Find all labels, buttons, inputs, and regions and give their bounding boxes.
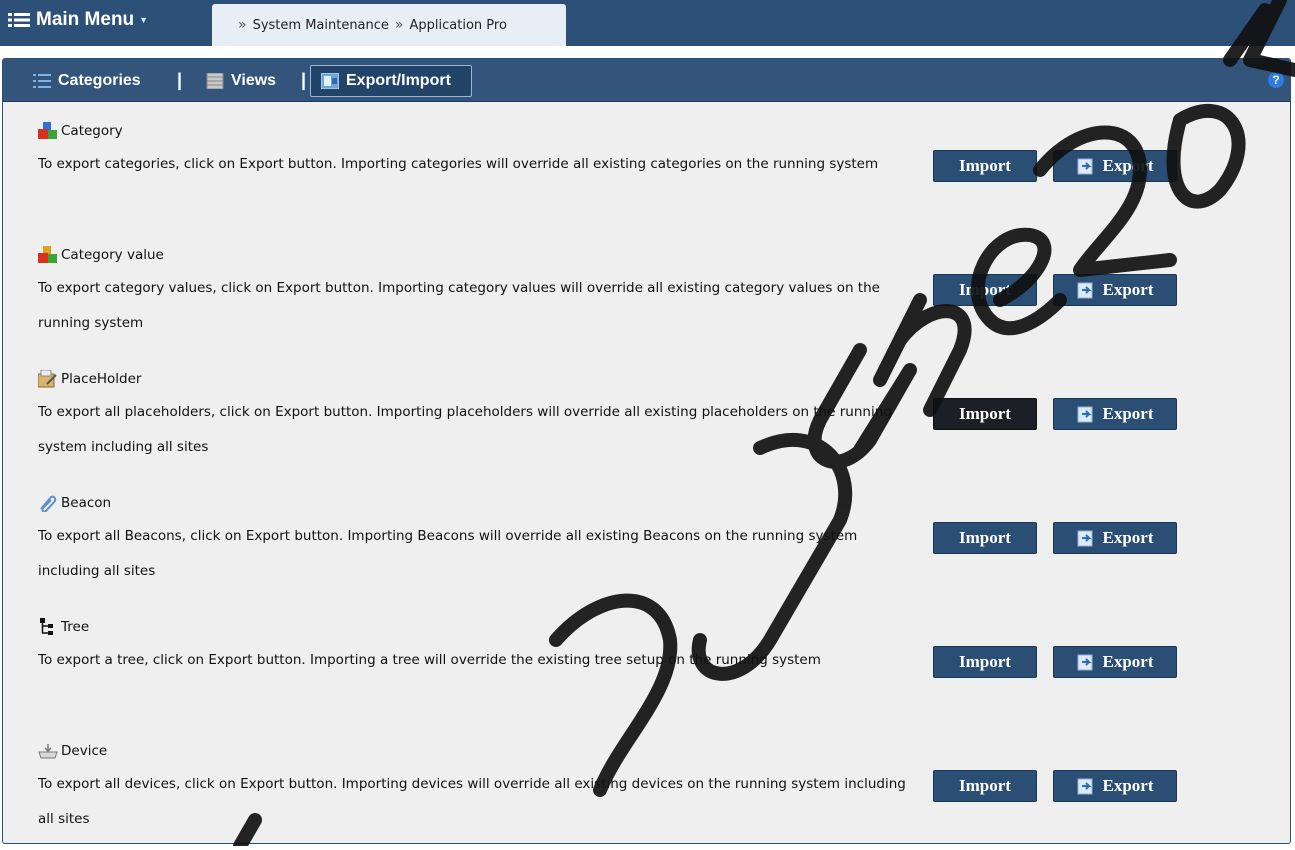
export-device-button[interactable]: Export — [1053, 770, 1177, 802]
section-title: Tree — [38, 616, 89, 638]
export-icon — [1077, 529, 1095, 547]
tab-export-import[interactable]: Export/Import — [310, 65, 472, 97]
main-menu-label: Main Menu — [36, 9, 135, 30]
category-icon — [38, 122, 58, 140]
breadcrumb: » System Maintenance » Application Pro — [212, 4, 566, 46]
section-title: Category — [38, 120, 123, 142]
views-icon — [206, 72, 224, 90]
export-import-icon — [320, 72, 340, 90]
export-beacon-button[interactable]: Export — [1053, 522, 1177, 554]
section-tree: Tree To export a tree, click on Export b… — [38, 616, 1258, 726]
section-title-label: Device — [61, 743, 108, 759]
section-device: Device To export all devices, click on E… — [38, 740, 1258, 850]
tab-divider: | — [301, 70, 307, 90]
export-label: Export — [1102, 776, 1154, 795]
section-description: To export all placeholders, click on Exp… — [38, 404, 892, 455]
tab-bar: Categories | Views | Export/Import ? — [3, 59, 1290, 102]
import-tree-button[interactable]: Import — [933, 646, 1037, 678]
section-title-label: Beacon — [61, 495, 112, 511]
section-title-label: Category — [61, 123, 123, 139]
export-icon — [1077, 777, 1095, 795]
breadcrumb-item[interactable]: System Maintenance — [253, 18, 389, 33]
export-icon — [1077, 653, 1095, 671]
beacon-icon — [38, 494, 58, 513]
section-category-value: Category value To export category values… — [38, 244, 1258, 354]
section-title: Category value — [38, 244, 164, 266]
list-icon — [33, 73, 51, 89]
breadcrumb-item[interactable]: Application Pro — [410, 18, 507, 33]
category-value-icon — [38, 246, 58, 264]
chevron-down-icon: ▼ — [139, 15, 149, 25]
device-icon — [38, 742, 58, 760]
section-description: To export a tree, click on Export button… — [38, 652, 821, 668]
export-label: Export — [1102, 280, 1154, 299]
export-category-button[interactable]: Export — [1053, 150, 1177, 182]
export-label: Export — [1102, 156, 1154, 175]
top-bar: Main Menu ▼ » System Maintenance » Appli… — [0, 0, 1295, 46]
export-label: Export — [1102, 404, 1154, 423]
import-beacon-button[interactable]: Import — [933, 522, 1037, 554]
tab-categories[interactable]: Categories — [33, 68, 141, 94]
export-placeholder-button[interactable]: Export — [1053, 398, 1177, 430]
main-menu-button[interactable]: Main Menu ▼ — [8, 4, 148, 36]
section-title: PlaceHolder — [37, 368, 142, 390]
menu-list-icon — [8, 12, 30, 28]
section-title-label: Category value — [61, 247, 164, 263]
import-category-button[interactable]: Import — [933, 150, 1037, 182]
section-title-label: PlaceHolder — [61, 371, 142, 387]
tab-label: Views — [231, 72, 277, 89]
section-title: Device — [38, 740, 107, 762]
breadcrumb-separator-icon: » — [238, 17, 247, 33]
section-title-label: Tree — [61, 619, 90, 635]
export-icon — [1077, 405, 1095, 423]
export-icon — [1077, 281, 1095, 299]
section-placeholder: PlaceHolder To export all placeholders, … — [37, 368, 1258, 478]
section-description: To export all Beacons, click on Export b… — [38, 528, 858, 579]
section-description: To export categories, click on Export bu… — [38, 156, 879, 172]
section-description: To export all devices, click on Export b… — [38, 776, 906, 827]
export-label: Export — [1102, 652, 1154, 671]
export-tree-button[interactable]: Export — [1053, 646, 1177, 678]
tab-views[interactable]: Views — [206, 68, 276, 94]
import-category-value-button[interactable]: Import — [933, 274, 1037, 306]
section-category: Category To export categories, click on … — [38, 120, 1258, 230]
export-icon — [1077, 157, 1095, 175]
tab-divider: | — [177, 70, 183, 90]
tree-icon — [38, 618, 58, 636]
import-device-button[interactable]: Import — [933, 770, 1037, 802]
export-label: Export — [1102, 528, 1154, 547]
placeholder-icon — [37, 369, 58, 388]
tab-label: Export/Import — [346, 72, 451, 89]
import-placeholder-button[interactable]: Import — [933, 398, 1037, 430]
section-title: Beacon — [38, 492, 111, 514]
breadcrumb-separator-icon: » — [394, 17, 404, 33]
tab-label: Categories — [58, 72, 141, 89]
export-category-value-button[interactable]: Export — [1053, 274, 1177, 306]
help-icon[interactable]: ? — [1268, 72, 1284, 88]
section-description: To export category values, click on Expo… — [38, 280, 880, 331]
section-beacon: Beacon To export all Beacons, click on E… — [38, 492, 1258, 602]
